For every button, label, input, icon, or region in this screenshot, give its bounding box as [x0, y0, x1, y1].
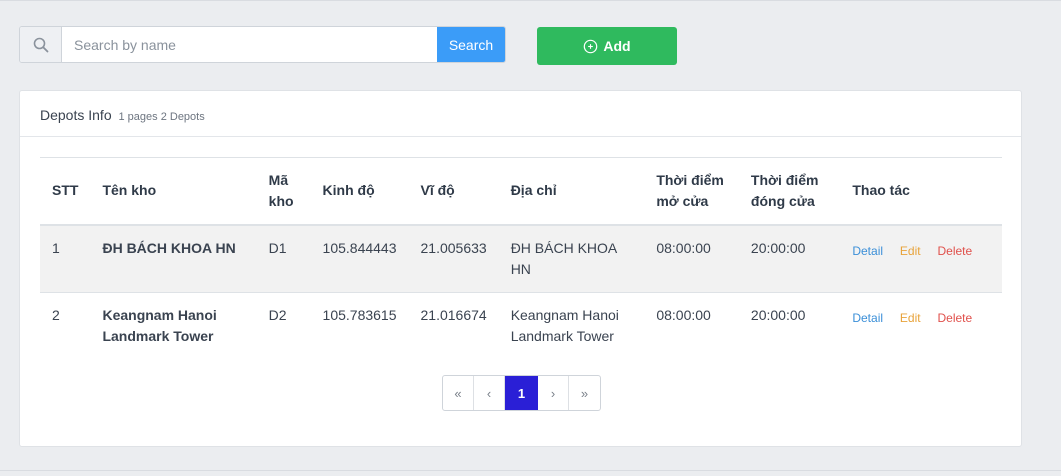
- cell-address: Keangnam Hanoi Landmark Tower: [499, 292, 645, 359]
- card-title: Depots Info: [40, 107, 112, 123]
- page-current-button[interactable]: 1: [505, 376, 538, 410]
- cell-close-time: 20:00:00: [750, 306, 806, 323]
- depots-table: STT Tên kho Mã kho Kinh độ Vĩ độ Địa chỉ…: [40, 157, 1002, 359]
- table-header-row: STT Tên kho Mã kho Kinh độ Vĩ độ Địa chỉ…: [40, 157, 1002, 225]
- depots-card: Depots Info 1 pages 2 Depots STT Tên kho…: [19, 90, 1022, 447]
- cell-name-line1: ĐH BÁCH KHOA HN: [102, 239, 236, 256]
- search-input[interactable]: [62, 27, 437, 62]
- cell-actions: Detail Edit Delete: [840, 225, 1002, 293]
- cell-address-line2: HN: [510, 260, 531, 277]
- cell-address-line1: Keangnam Hanoi: [510, 306, 619, 323]
- plus-circle-icon: [583, 39, 598, 54]
- cell-longitude: 105.783615: [322, 306, 397, 323]
- cell-close-time: 20:00:00: [750, 239, 806, 256]
- cell-address-line1: ĐH BÁCH KHOA: [510, 239, 618, 256]
- table-row: 2 Keangnam Hanoi Landmark Tower D2 105.7…: [40, 292, 1002, 359]
- cell-actions: Detail Edit Delete: [840, 292, 1002, 359]
- edit-link[interactable]: Edit: [900, 241, 921, 262]
- cell-address: ĐH BÁCH KHOA HN: [499, 225, 645, 293]
- header-open-time: Thời điểm mở cửa: [644, 158, 739, 225]
- cell-longitude: 105.844443: [322, 239, 397, 256]
- header-latitude: Vĩ độ: [420, 182, 455, 199]
- header-close-line1: Thời điểm: [750, 171, 819, 188]
- cell-name: ĐH BÁCH KHOA HN: [90, 225, 256, 293]
- header-code: Mã kho: [257, 158, 311, 225]
- header-code-line1: Mã: [268, 171, 289, 188]
- add-button-label: Add: [603, 38, 631, 54]
- cell-latitude: 21.016674: [420, 306, 487, 323]
- cell-open-time: 08:00:00: [656, 239, 711, 256]
- cell-stt: 2: [52, 306, 60, 323]
- header-close-time: Thời điểm đóng cửa: [739, 158, 840, 225]
- header-close-line2: đóng cửa: [750, 192, 815, 209]
- search-button[interactable]: Search: [437, 27, 505, 62]
- header-open-line1: Thời điểm: [656, 171, 724, 188]
- header-address: Địa chỉ: [510, 182, 557, 199]
- bottom-divider: [0, 470, 1061, 471]
- delete-link[interactable]: Delete: [938, 308, 973, 329]
- page-next-button[interactable]: ›: [538, 376, 569, 410]
- cell-address-line2: Landmark Tower: [510, 327, 614, 344]
- search-bar: Search: [19, 26, 506, 63]
- cell-name-line2: Landmark Tower: [102, 327, 214, 344]
- cell-name: Keangnam Hanoi Landmark Tower: [90, 292, 256, 359]
- search-icon: [20, 27, 62, 62]
- header-code-line2: kho: [268, 192, 294, 209]
- cell-latitude: 21.005633: [420, 239, 487, 256]
- cell-code: D2: [268, 306, 287, 323]
- header-longitude: Kinh độ: [322, 182, 375, 199]
- detail-link[interactable]: Detail: [852, 241, 883, 262]
- header-name: Tên kho: [102, 182, 157, 199]
- cell-stt: 1: [52, 239, 60, 256]
- top-divider: [0, 0, 1061, 1]
- page-first-button[interactable]: «: [443, 376, 474, 410]
- add-button[interactable]: Add: [537, 27, 677, 65]
- page-last-button[interactable]: »: [569, 376, 600, 410]
- page-prev-button[interactable]: ‹: [474, 376, 505, 410]
- edit-link[interactable]: Edit: [900, 308, 921, 329]
- card-subtitle: 1 pages 2 Depots: [118, 111, 205, 123]
- card-header: Depots Info 1 pages 2 Depots: [20, 91, 1021, 137]
- header-open-line2: mở cửa: [656, 192, 709, 209]
- table-row: 1 ĐH BÁCH KHOA HN D1 105.844443 21.00563…: [40, 224, 1002, 293]
- pagination: « ‹ 1 › »: [442, 375, 601, 411]
- header-stt: STT: [52, 182, 79, 199]
- cell-open-time: 08:00:00: [656, 306, 711, 323]
- cell-code: D1: [268, 239, 287, 256]
- cell-name-line1: Keangnam Hanoi: [102, 306, 217, 323]
- detail-link[interactable]: Detail: [852, 308, 883, 329]
- header-actions: Thao tác: [852, 182, 910, 199]
- delete-link[interactable]: Delete: [938, 241, 973, 262]
